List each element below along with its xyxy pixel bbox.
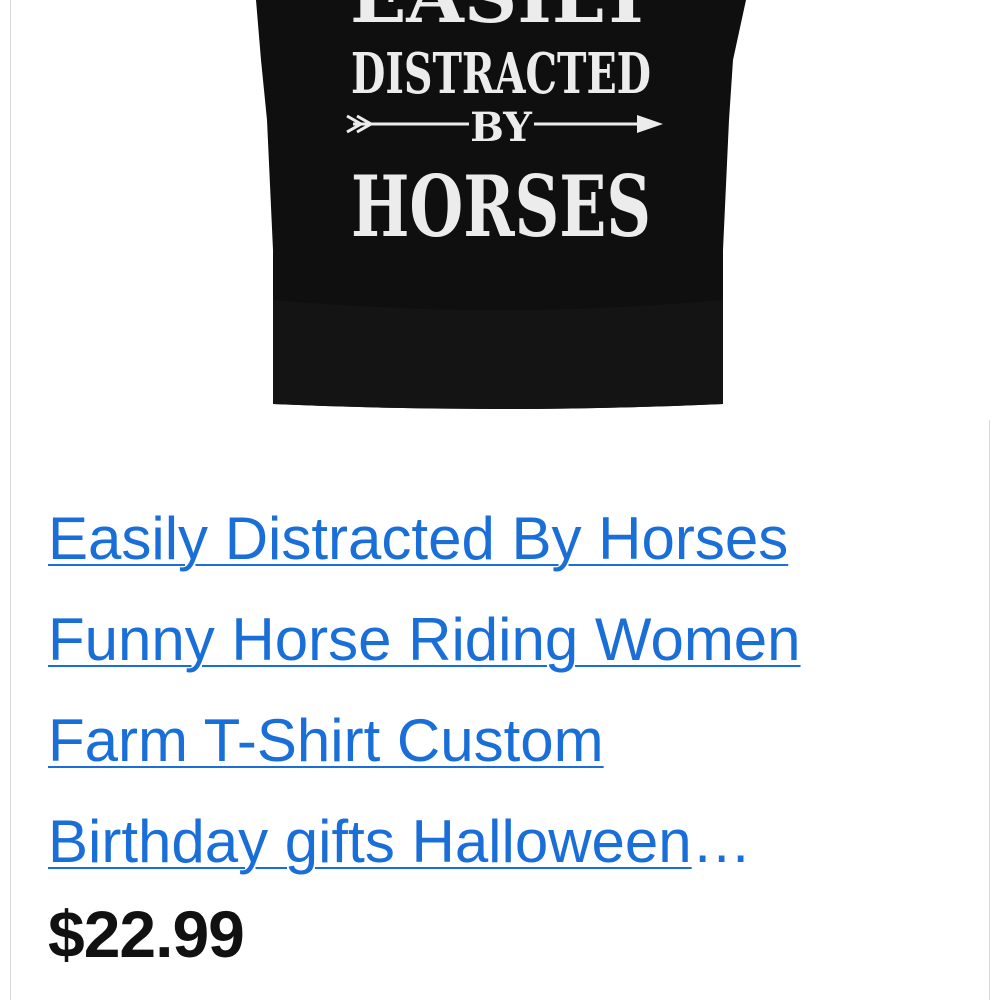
- title-ellipsis: …: [691, 808, 752, 875]
- shirt-print-line4: HORSES: [351, 157, 651, 256]
- product-title-line-3: Farm T-Shirt Custom: [48, 707, 604, 774]
- shirt-print-line2: DISTRACTED: [351, 41, 651, 107]
- product-title-link[interactable]: Easily Distracted By Horses Funny Horse …: [48, 488, 948, 892]
- product-title-line-1: Easily Distracted By Horses: [48, 505, 789, 572]
- product-title-line-4-text: Birthday gifts Halloween: [48, 808, 692, 875]
- shirt-print-line3: BY: [470, 104, 532, 151]
- product-card: EASILY DISTRACTED BY HORSES Easily Distr…: [10, 0, 991, 1000]
- product-image[interactable]: EASILY DISTRACTED BY HORSES: [11, 0, 991, 420]
- shirt-print-line1: EASILY: [350, 0, 653, 40]
- tshirt-image: EASILY DISTRACTED BY HORSES: [256, 0, 746, 409]
- product-title-line-2: Funny Horse Riding Women: [48, 606, 801, 673]
- product-title-line-4: Birthday gifts Halloween…: [48, 791, 948, 892]
- product-price: $22.99: [48, 897, 245, 971]
